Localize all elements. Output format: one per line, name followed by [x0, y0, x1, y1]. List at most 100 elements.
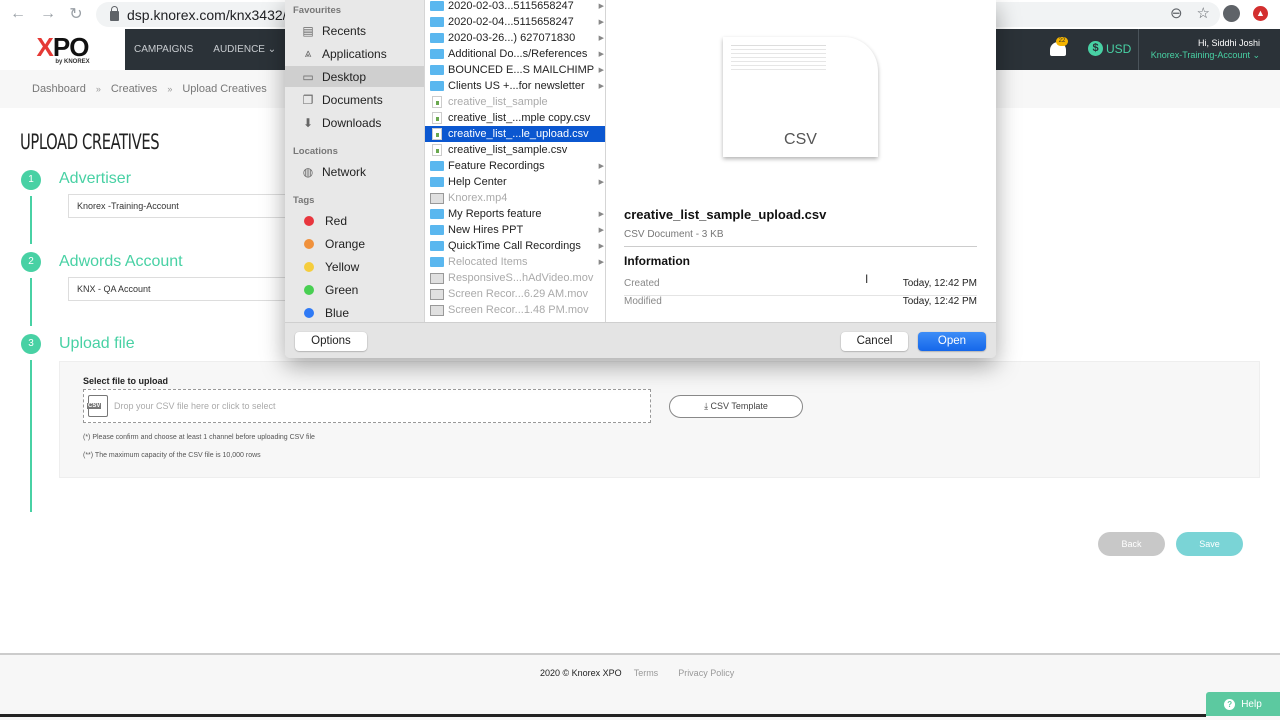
disclosure-arrow-icon: ▶	[598, 35, 604, 42]
folder-item[interactable]: 2020-02-04...5115658247 ▶	[425, 14, 605, 30]
extension-icon[interactable]: ▲	[1253, 6, 1268, 21]
cancel-button[interactable]: Cancel	[841, 332, 908, 351]
movie-file-icon	[430, 272, 444, 284]
sidebar-item-desktop[interactable]: ▭ Desktop	[285, 66, 424, 87]
disclosure-arrow-icon: ▶	[598, 179, 604, 186]
file-name: Help Center	[448, 176, 507, 188]
file-name: creative_list_sample	[448, 96, 548, 108]
breadcrumb-dashboard[interactable]: Dashboard	[32, 83, 86, 95]
csv-dropzone[interactable]: CSV Drop your CSV file here or click to …	[83, 389, 651, 423]
breadcrumb-creatives[interactable]: Creatives	[111, 83, 157, 95]
folder-item[interactable]: New Hires PPT ▶	[425, 222, 605, 238]
file-item[interactable]: creative_list_...le_upload.csv	[425, 126, 605, 142]
document-icon	[432, 128, 442, 140]
help-button[interactable]: ? Help	[1206, 692, 1280, 716]
sidebar-item-label: Documents	[322, 92, 383, 107]
file-item[interactable]: Screen Recor...1.48 PM.mov	[425, 302, 605, 318]
question-icon: ?	[1224, 698, 1236, 710]
file-name: Clients US +...for newsletter	[448, 80, 585, 92]
notification-badge: 22	[1056, 37, 1068, 46]
finder-sidebar: Favourites ▤ Recents ⩓ Applications ▭ Desktop…	[285, 0, 424, 322]
folder-item[interactable]: Help Center ▶	[425, 174, 605, 190]
sidebar-item-network[interactable]: ◍ Network	[285, 161, 424, 182]
sidebar-item-downloads[interactable]: ⬇ Downloads	[285, 112, 424, 133]
url-text: dsp.knorex.com/knx3432/c	[127, 6, 294, 23]
document-icon	[432, 144, 442, 156]
bookmark-star-icon[interactable]: ☆	[1197, 4, 1210, 22]
disclosure-arrow-icon: ▶	[598, 227, 604, 234]
disclosure-arrow-icon: ▶	[598, 243, 604, 250]
preview-divider	[624, 246, 977, 247]
step-1-title: Advertiser	[59, 170, 132, 187]
nav-audience[interactable]: AUDIENCE ⌄	[213, 44, 276, 55]
upload-panel: Select file to upload CSV Drop your CSV …	[59, 361, 1260, 478]
dialog-button-bar: Options Cancel Open	[285, 322, 996, 358]
folder-item[interactable]: BOUNCED E...S MAILCHIMP ▶	[425, 62, 605, 78]
folder-item[interactable]: Additional Do...s/References ▶	[425, 46, 605, 62]
disclosure-arrow-icon: ▶	[598, 259, 604, 266]
tag-orange[interactable]: Orange	[285, 233, 424, 254]
sidebar-item-documents[interactable]: ❐ Documents	[285, 89, 424, 110]
xpo-logo[interactable]: XPO by KNOREX	[0, 29, 125, 70]
tag-red[interactable]: Red	[285, 210, 424, 231]
folder-item[interactable]: QuickTime Call Recordings ▶	[425, 238, 605, 254]
tag-blue[interactable]: Blue	[285, 302, 424, 323]
folder-item[interactable]: Feature Recordings ▶	[425, 158, 605, 174]
back-button[interactable]: Back	[1098, 532, 1165, 556]
file-item[interactable]: creative_list_...mple copy.csv	[425, 110, 605, 126]
tag-green[interactable]: Green	[285, 279, 424, 300]
folder-icon	[430, 49, 444, 59]
file-item[interactable]: ResponsiveS...hAdVideo.mov	[425, 270, 605, 286]
file-item[interactable]: Screen Recor...6.29 AM.mov	[425, 286, 605, 302]
back-arrow-icon[interactable]: ←	[4, 0, 32, 28]
text-cursor-icon: I	[865, 272, 869, 286]
file-item[interactable]: creative_list_sample	[425, 94, 605, 110]
documents-icon: ❐	[302, 92, 314, 107]
csv-template-button[interactable]: ⤓ CSV Template	[669, 395, 803, 418]
folder-item[interactable]: 2020-03-26...) 627071830 ▶	[425, 30, 605, 46]
nav-campaigns[interactable]: CAMPAIGNS	[134, 44, 193, 55]
tag-color-dot-icon	[304, 261, 314, 272]
tag-label: Red	[325, 213, 348, 228]
folder-item[interactable]: Clients US +...for newsletter ▶	[425, 78, 605, 94]
tag-yellow[interactable]: Yellow	[285, 256, 424, 277]
forward-arrow-icon[interactable]: →	[34, 0, 62, 28]
file-item[interactable]: Knorex.mp4	[425, 190, 605, 206]
open-button[interactable]: Open	[918, 332, 986, 351]
file-name: My Reports feature	[448, 208, 542, 220]
user-menu[interactable]: Hi, Siddhi Joshi Knorex-Training-Account…	[1151, 38, 1260, 61]
tags-heading: Tags	[293, 195, 315, 206]
information-heading: Information	[624, 254, 690, 268]
folder-icon	[430, 177, 444, 187]
profile-avatar-icon[interactable]	[1223, 5, 1240, 22]
footer-terms-link[interactable]: Terms	[634, 668, 659, 678]
options-button[interactable]: Options	[295, 332, 367, 351]
zoom-out-icon[interactable]: ⊖	[1170, 4, 1183, 22]
footer-privacy-link[interactable]: Privacy Policy	[678, 668, 734, 678]
file-name: creative_list_...mple copy.csv	[448, 112, 591, 124]
file-item[interactable]: creative_list_sample.csv	[425, 142, 605, 158]
step-connector	[30, 360, 32, 512]
sidebar-item-recents[interactable]: ▤ Recents	[285, 20, 424, 41]
adwords-account-select[interactable]: KNX - QA Account	[68, 277, 298, 301]
reload-icon[interactable]: ↻	[62, 0, 90, 28]
advertiser-select[interactable]: Knorex -Training-Account	[68, 194, 298, 218]
sidebar-item-applications[interactable]: ⩓ Applications	[285, 43, 424, 64]
file-name: QuickTime Call Recordings	[448, 240, 581, 252]
tag-label: Blue	[325, 305, 350, 320]
applications-icon: ⩓	[304, 46, 312, 60]
recents-icon: ▤	[302, 23, 314, 38]
disclosure-arrow-icon: ▶	[598, 3, 604, 10]
currency-indicator[interactable]: $ USD	[1088, 41, 1131, 56]
file-preview-pane: CSV creative_list_sample_upload.csv CSV …	[606, 0, 996, 322]
folder-item[interactable]: Relocated Items ▶	[425, 254, 605, 270]
account-switcher[interactable]: Knorex-Training-Account ⌄	[1151, 50, 1260, 61]
save-button[interactable]: Save	[1176, 532, 1243, 556]
locations-heading: Locations	[293, 146, 338, 157]
file-name: Relocated Items	[448, 256, 528, 268]
folder-item[interactable]: 2020-02-03...5115658247 ▶	[425, 0, 605, 14]
file-browser-column[interactable]: 2020-02-03...5115658247 ▶ 2020-02-04...511…	[424, 0, 606, 322]
file-name: Additional Do...s/References	[448, 48, 588, 60]
folder-item[interactable]: My Reports feature ▶	[425, 206, 605, 222]
disclosure-arrow-icon: ▶	[598, 211, 604, 218]
